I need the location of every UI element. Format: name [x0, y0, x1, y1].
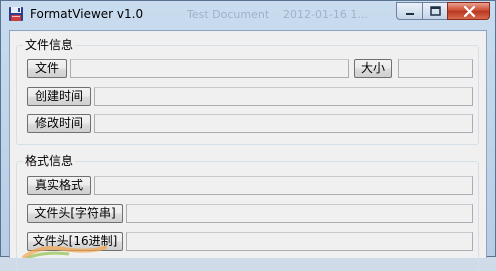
- real-format-field: [94, 176, 473, 195]
- floppy-disk-icon: [8, 6, 24, 22]
- header-string-button[interactable]: 文件头[字符串]: [27, 204, 123, 223]
- created-time-button[interactable]: 创建时间: [27, 87, 91, 106]
- size-field: [398, 59, 473, 78]
- file-button[interactable]: 文件: [27, 59, 67, 78]
- file-info-group: 文件信息 文件 大小 创建时间 修改时间: [16, 38, 479, 145]
- close-button[interactable]: [447, 2, 490, 20]
- header-hex-field: [126, 232, 473, 251]
- header-string-field: [126, 204, 473, 223]
- file-path-field: [70, 59, 349, 78]
- close-icon: [463, 5, 476, 18]
- watermark-swoosh-icon: [21, 245, 108, 258]
- real-format-button[interactable]: 真实格式: [27, 176, 91, 195]
- minimize-icon: [406, 13, 414, 15]
- minimize-button[interactable]: [396, 2, 422, 20]
- modified-time-field: [94, 114, 473, 133]
- size-button[interactable]: 大小: [354, 59, 392, 78]
- title-bar[interactable]: FormatViewer v1.0 Test Document 2012-01-…: [1, 1, 495, 29]
- background-window-title: Test Document: [187, 8, 270, 21]
- client-area: 文件信息 文件 大小 创建时间 修改时间 格式信息 真实格式 文件头[字符串] …: [9, 30, 487, 271]
- created-time-field: [94, 87, 473, 106]
- maximize-button[interactable]: [422, 2, 447, 20]
- background-window-title: 2012-01-16 1...: [283, 8, 368, 21]
- caption-buttons: [396, 2, 490, 21]
- modified-time-button[interactable]: 修改时间: [27, 114, 91, 133]
- maximize-icon: [430, 6, 441, 16]
- app-window: FormatViewer v1.0 Test Document 2012-01-…: [0, 0, 496, 271]
- window-title: FormatViewer v1.0: [30, 7, 144, 21]
- format-info-group-label: 格式信息: [23, 154, 76, 168]
- file-info-group-label: 文件信息: [23, 38, 76, 52]
